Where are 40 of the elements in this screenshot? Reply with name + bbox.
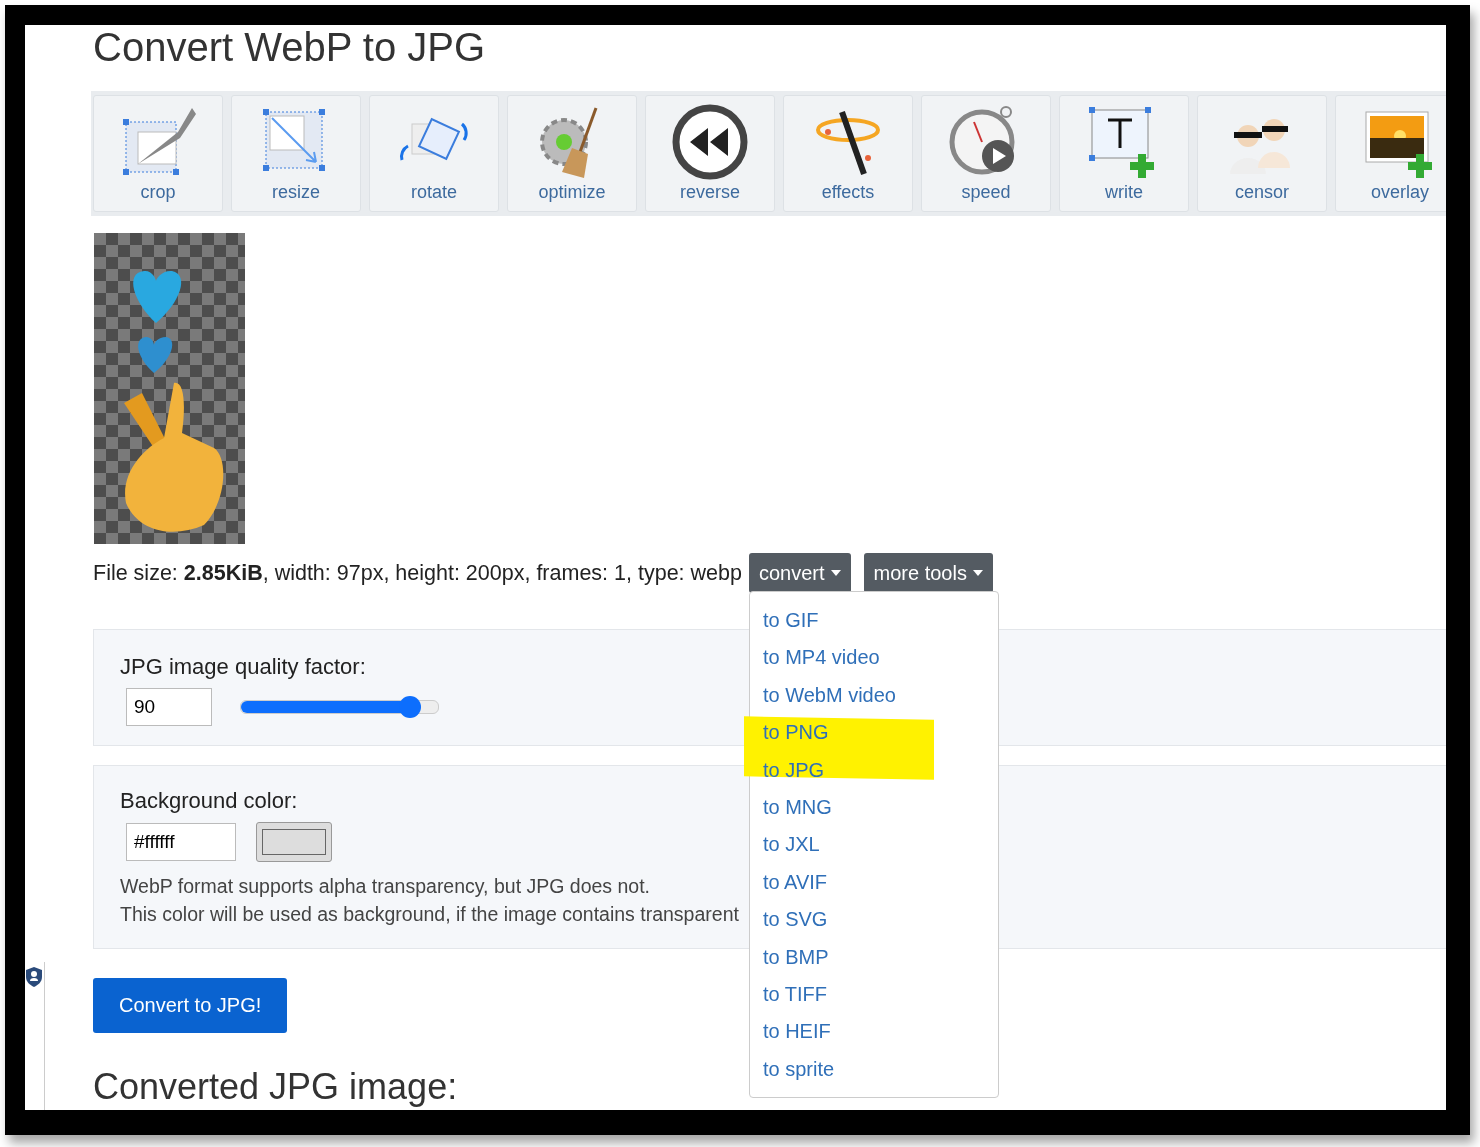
rewind-icon xyxy=(670,102,750,182)
menu-item[interactable]: to SVG xyxy=(749,901,998,939)
tool-button[interactable]: rotate xyxy=(369,95,499,212)
tool-button[interactable]: resize xyxy=(231,95,361,212)
background-label: Background color: xyxy=(120,788,298,814)
menu-item[interactable]: to MNG xyxy=(749,788,998,827)
tool-button[interactable]: optimize xyxy=(507,95,637,212)
tool-button[interactable]: crop xyxy=(93,95,223,212)
menu-item[interactable]: to JXL xyxy=(749,826,998,864)
color-field[interactable]: #ffffff xyxy=(126,823,236,861)
tool-button[interactable]: effects xyxy=(783,95,913,212)
tool-button[interactable]: censor xyxy=(1197,95,1327,212)
menu-item[interactable]: to AVIF xyxy=(749,863,998,902)
menu-item[interactable]: to sprite xyxy=(749,1050,998,1089)
menu-item[interactable]: to MP4 video xyxy=(749,639,998,677)
menu-item[interactable]: to BMP xyxy=(749,938,998,976)
menu-item[interactable]: to JPG xyxy=(749,751,998,789)
convert-button[interactable]: Convert to JPG! xyxy=(93,978,288,1033)
caret-icon xyxy=(830,570,841,576)
menu-item[interactable]: to HEIF xyxy=(749,1013,998,1051)
quality-field[interactable]: 90 xyxy=(126,688,212,726)
menu-item[interactable]: to PNG xyxy=(749,714,998,752)
menu-item[interactable]: to GIF xyxy=(749,602,998,640)
tool-button[interactable]: speed xyxy=(921,95,1051,212)
page-title: Convert WebP to JPG xyxy=(93,25,487,69)
quality-label: JPG image quality factor: xyxy=(120,654,366,680)
menu-item[interactable]: to WebM video xyxy=(749,676,998,715)
help-text: This color will be used as background, if the image contains transparent xyxy=(120,902,739,927)
tool-button[interactable]: write xyxy=(1059,95,1189,212)
help-text: WebP format supports alpha transparency, but JPG does not. xyxy=(120,874,651,899)
color-picker[interactable] xyxy=(256,822,332,862)
more-tools-button[interactable]: more tools xyxy=(863,553,993,593)
file-info: File size: 2.85KiB, width: 97px, height: 200px, frames: 1, type: webp xyxy=(93,560,742,586)
section-heading: Converted JPG image: xyxy=(93,1067,458,1107)
tool-button[interactable]: overlay xyxy=(1335,95,1446,212)
tool-button[interactable]: reverse xyxy=(645,95,775,212)
convert-dropdown-button[interactable]: convert xyxy=(748,553,851,593)
shield-icon[interactable] xyxy=(25,966,43,988)
menu-item[interactable]: to TIFF xyxy=(749,975,998,1014)
caret-icon xyxy=(972,570,983,576)
